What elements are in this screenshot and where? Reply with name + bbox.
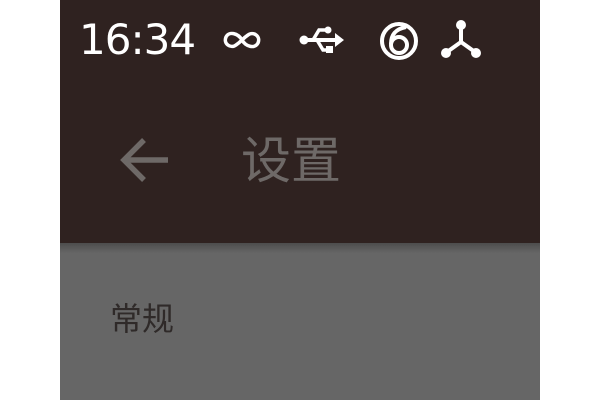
usb-icon <box>297 16 345 64</box>
share-nodes-icon <box>437 16 485 64</box>
status-time: 16:34 <box>79 15 196 64</box>
page-title: 设置 <box>241 132 341 190</box>
toolbar-shadow <box>60 243 540 253</box>
back-button[interactable] <box>104 120 184 200</box>
arrow-back-icon <box>104 138 184 204</box>
toolbar: 设置 <box>60 80 540 243</box>
sync-circle-icon <box>376 16 424 64</box>
infinity-icon <box>218 16 266 64</box>
status-bar: 16:34 <box>60 0 540 80</box>
settings-category-general: 常规 <box>110 300 175 338</box>
app-bar-region: 16:34 设置 <box>60 0 540 243</box>
settings-list: 常规 <box>60 243 540 400</box>
phone-screen: 16:34 设置 常规 <box>60 0 540 400</box>
